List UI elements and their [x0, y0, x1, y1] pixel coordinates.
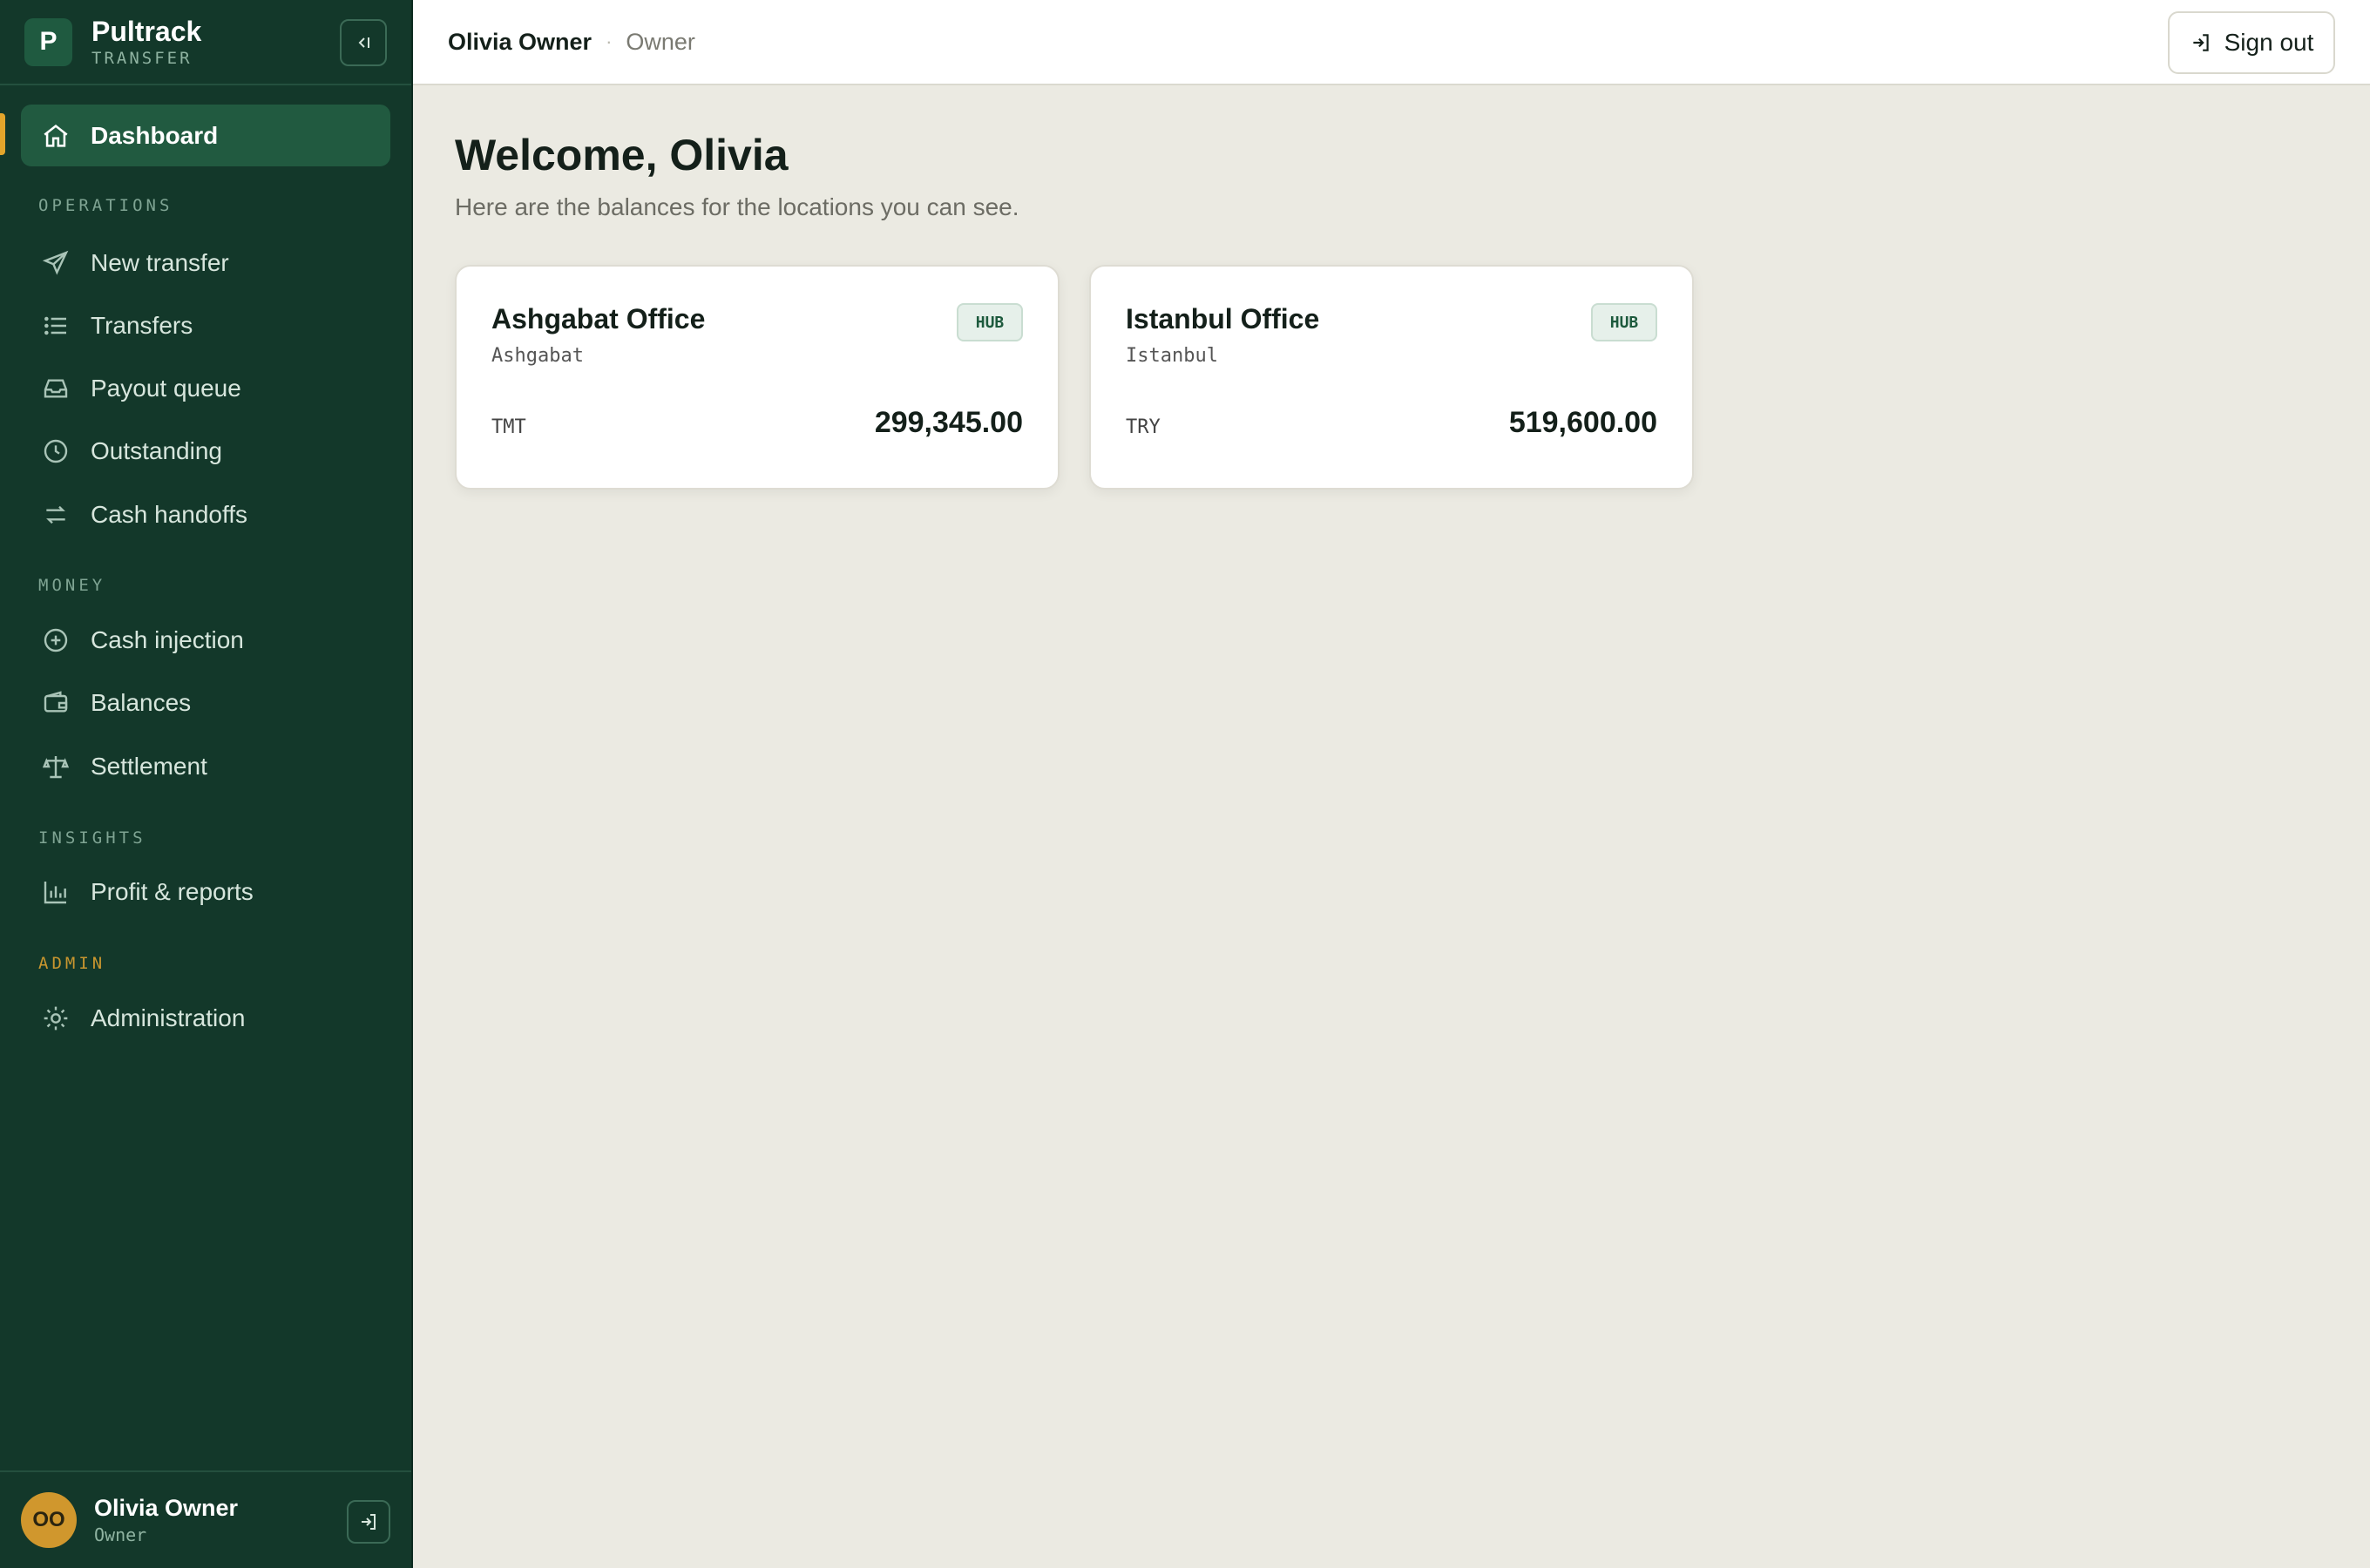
sidebar-item-label: Profit & reports: [91, 877, 254, 905]
clock-icon: [44, 439, 68, 463]
sign-out-icon: [362, 1514, 376, 1530]
location-card[interactable]: Istanbul Office Istanbul HUB TRY 519,600…: [1089, 265, 1694, 490]
inbox-icon: [44, 378, 68, 398]
topbar: Olivia Owner · Owner Sign out: [413, 0, 2370, 85]
sidebar-item-new-transfer[interactable]: New transfer: [21, 232, 390, 294]
currency-code: TRY: [1126, 416, 1161, 438]
page-title: Welcome, Olivia: [455, 131, 789, 179]
scale-icon: [42, 755, 70, 778]
sidebar-item-label: Dashboard: [91, 121, 219, 149]
sidebar-item-label: Balances: [91, 688, 192, 716]
sidebar-item-label: New transfer: [91, 248, 229, 276]
balance-amount: 299,345.00: [874, 406, 1023, 439]
page-content: Welcome, Olivia Here are the balances fo…: [413, 85, 2370, 490]
swap-icon: [46, 505, 65, 524]
sidebar-item-cash-handoffs[interactable]: Cash handoffs: [21, 483, 390, 545]
main-area: Olivia Owner · Owner Sign out Welcome, O…: [413, 0, 2370, 1568]
plus-circle-icon: [44, 628, 68, 652]
currency-code: TMT: [491, 416, 526, 438]
section-operations: OPERATIONS: [38, 196, 173, 215]
sidebar-item-label: Payout queue: [91, 374, 241, 402]
user-role: Owner: [94, 1524, 147, 1545]
avatar: OO: [21, 1492, 77, 1548]
bar-chart-icon: [44, 881, 66, 903]
sidebar-item-administration[interactable]: Administration: [21, 987, 390, 1049]
hub-badge: HUB: [957, 303, 1023, 341]
balance-amount: 519,600.00: [1508, 406, 1657, 439]
sidebar-item-balances[interactable]: Balances: [21, 672, 390, 733]
sidebar-item-transfers[interactable]: Transfers: [21, 294, 390, 356]
sidebar-item-label: Administration: [91, 1004, 246, 1031]
section-admin: ADMIN: [38, 954, 106, 973]
user-profile: OO Olivia Owner Owner: [0, 1470, 411, 1568]
sidebar: P Pultrack TRANSFER Dashboard OPERATIONS…: [0, 0, 413, 1568]
sidebar-item-cash-injection[interactable]: Cash injection: [21, 609, 390, 671]
page-subtitle: Here are the balances for the locations …: [455, 193, 1019, 220]
brand-logo: P: [24, 17, 72, 66]
sidebar-item-profit-reports[interactable]: Profit & reports: [21, 861, 390, 923]
home-icon: [44, 124, 68, 147]
topbar-user-role: Owner: [626, 28, 695, 55]
sidebar-item-settlement[interactable]: Settlement: [21, 735, 390, 797]
section-insights: INSIGHTS: [38, 828, 146, 848]
sidebar-signout-button[interactable]: [347, 1500, 390, 1544]
location-card[interactable]: Ashgabat Office Ashgabat HUB TMT 299,345…: [455, 265, 1060, 490]
brand-subtitle: TRANSFER: [91, 48, 193, 68]
sidebar-item-label: Settlement: [91, 752, 207, 780]
sidebar-item-label: Transfers: [91, 311, 193, 339]
topbar-user-name: Olivia Owner: [448, 28, 592, 55]
brand-header: P Pultrack TRANSFER: [0, 0, 411, 85]
collapse-icon: [358, 37, 369, 48]
sign-out-icon: [2192, 34, 2209, 51]
sidebar-item-label: Cash injection: [91, 625, 244, 653]
section-money: MONEY: [38, 576, 106, 595]
balance-cards: Ashgabat Office Ashgabat HUB TMT 299,345…: [455, 265, 2370, 490]
sidebar-item-payout-queue[interactable]: Payout queue: [21, 357, 390, 419]
location-city: Ashgabat: [491, 345, 584, 367]
send-icon: [42, 250, 69, 275]
active-indicator: [0, 113, 5, 155]
hub-badge: HUB: [1591, 303, 1657, 341]
sign-out-label: Sign out: [2224, 29, 2314, 56]
user-name: Olivia Owner: [94, 1495, 239, 1522]
location-city: Istanbul: [1126, 345, 1218, 367]
brand-name: Pultrack: [91, 15, 202, 47]
wallet-icon: [44, 690, 68, 713]
sidebar-item-label: Cash handoffs: [91, 500, 248, 528]
gear-icon: [44, 1006, 68, 1030]
topbar-separator: ·: [606, 30, 613, 52]
sidebar-item-outstanding[interactable]: Outstanding: [21, 420, 390, 482]
sign-out-button[interactable]: Sign out: [2168, 11, 2335, 74]
location-name: Istanbul Office: [1126, 303, 1320, 335]
collapse-sidebar-button[interactable]: [340, 19, 387, 66]
location-name: Ashgabat Office: [491, 303, 706, 335]
sidebar-item-label: Outstanding: [91, 436, 222, 464]
list-icon: [44, 316, 66, 335]
sidebar-item-dashboard[interactable]: Dashboard: [21, 105, 390, 166]
